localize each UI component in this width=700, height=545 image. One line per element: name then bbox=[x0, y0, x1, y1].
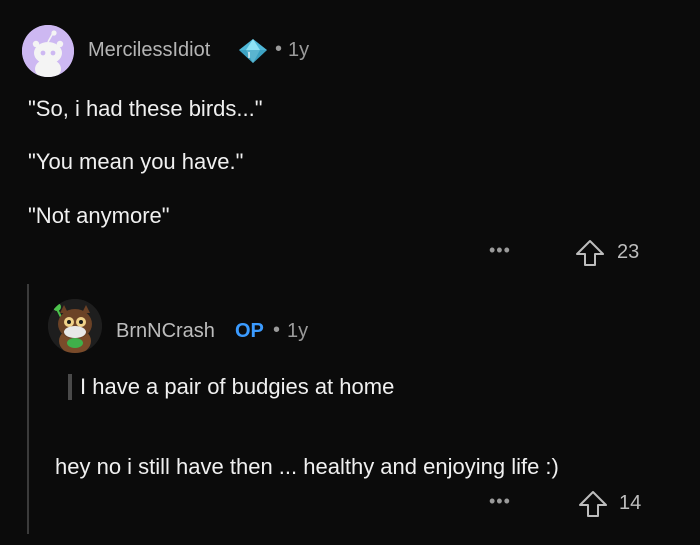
comment-username[interactable]: MercilessIdiot bbox=[88, 39, 210, 62]
more-options-button[interactable]: ••• bbox=[489, 240, 511, 261]
diamond-award-icon[interactable] bbox=[238, 38, 268, 64]
reply-avatar[interactable] bbox=[48, 299, 102, 353]
comment-age: 1y bbox=[288, 39, 310, 61]
quote-bar bbox=[68, 374, 72, 400]
comment-line: "Not anymore" bbox=[28, 203, 170, 228]
op-badge: OP bbox=[235, 320, 264, 342]
user-avatar[interactable] bbox=[22, 25, 74, 77]
owl-avatar-icon bbox=[48, 299, 102, 353]
upvote-count: 23 bbox=[617, 241, 640, 263]
upvote-arrow-icon[interactable] bbox=[575, 239, 605, 267]
reply-body: hey no i still have then ... healthy and… bbox=[55, 454, 559, 479]
meta-separator: • bbox=[275, 38, 283, 60]
comment-line: "So, i had these birds..." bbox=[28, 96, 263, 121]
snoo-avatar-icon bbox=[22, 25, 74, 77]
reply-username[interactable]: BrnNCrash bbox=[116, 320, 215, 343]
upvote-count: 14 bbox=[619, 492, 642, 514]
quoted-text: I have a pair of budgies at home bbox=[80, 374, 395, 399]
reply-age: 1y bbox=[287, 320, 309, 342]
thread-line[interactable] bbox=[27, 284, 29, 534]
comment-line: "You mean you have." bbox=[28, 149, 244, 174]
upvote-arrow-icon[interactable] bbox=[578, 490, 608, 518]
meta-separator: • bbox=[273, 319, 281, 341]
more-options-button[interactable]: ••• bbox=[489, 491, 511, 512]
